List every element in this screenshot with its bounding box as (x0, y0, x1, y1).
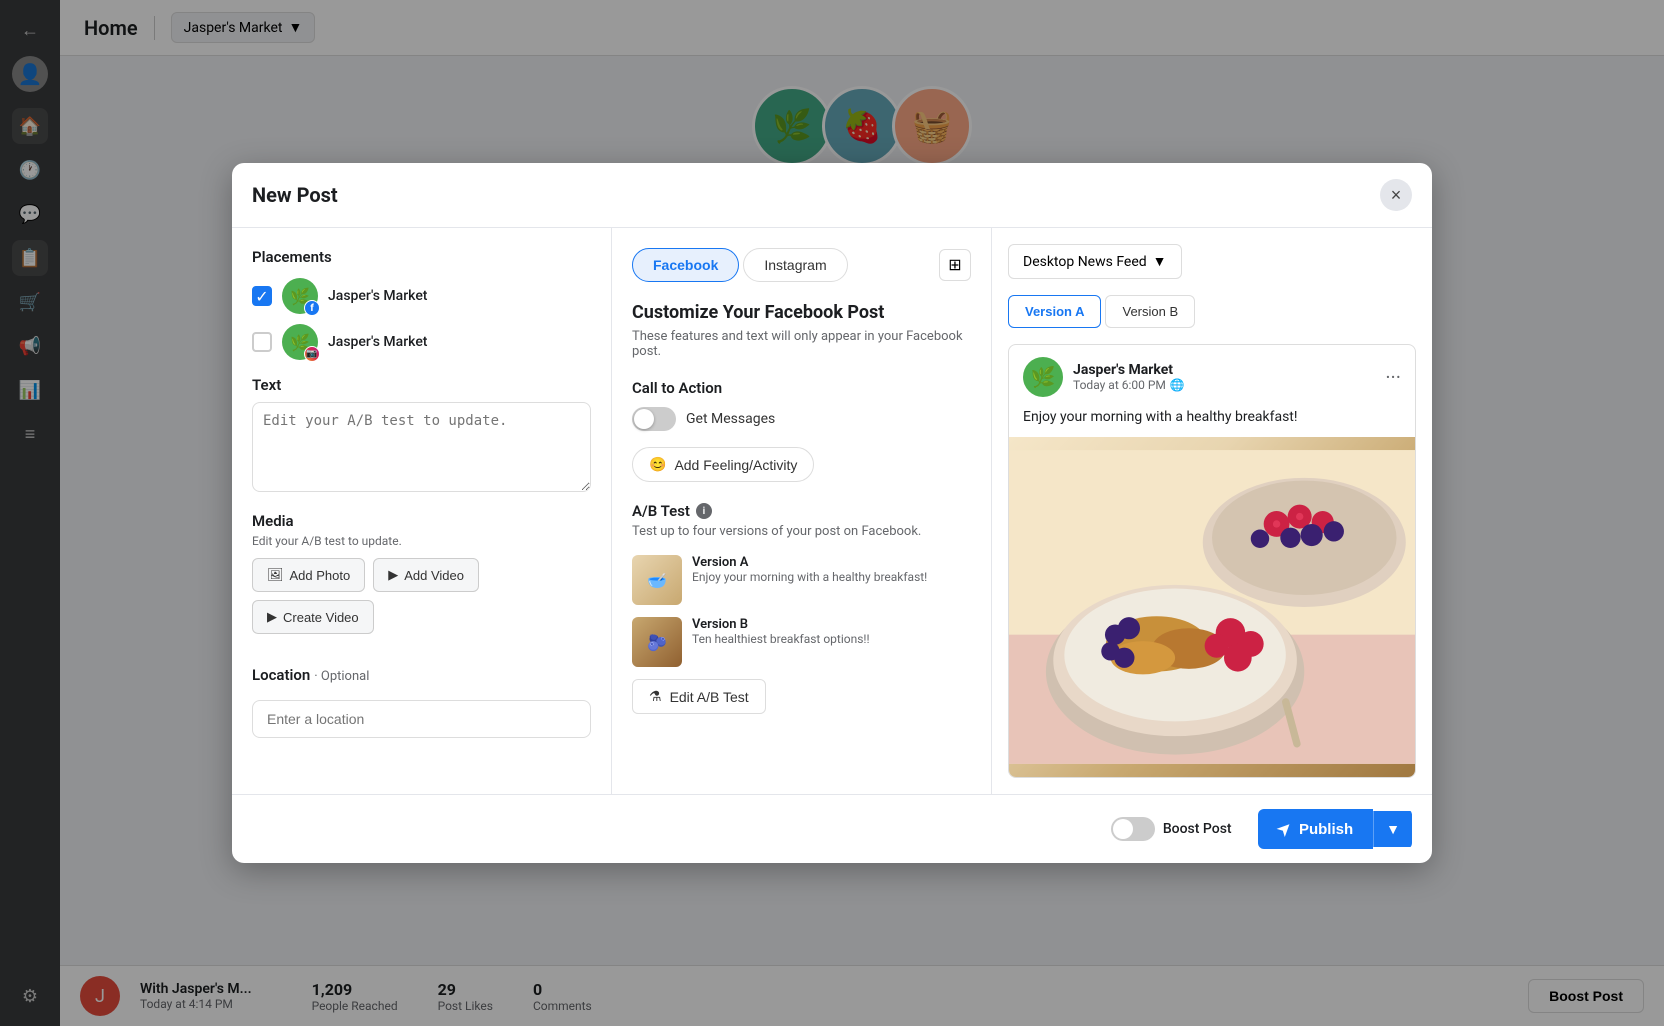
middle-panel: Facebook Instagram ⊞ Customize Your Face… (612, 228, 992, 794)
location-label: Location (252, 666, 310, 684)
placement-fb-checkbox[interactable]: ✓ (252, 286, 272, 306)
boost-post-label: Boost Post (1163, 821, 1232, 837)
publish-send-icon: ➤ (1272, 817, 1296, 841)
post-page-name: Jasper's Market (1073, 362, 1185, 378)
post-preview-card: 🌿 Jasper's Market Today at 6:00 PM 🌐 ··· (1008, 344, 1416, 778)
preview-version-tabs: Version A Version B (1008, 295, 1416, 328)
customize-subtitle: These features and text will only appear… (632, 329, 971, 359)
cta-toggle-label: Get Messages (686, 411, 775, 427)
placement-ig-checkbox[interactable] (252, 332, 272, 352)
ab-test-info-icon: i (696, 503, 712, 519)
edit-ab-test-button[interactable]: ⚗ Edit A/B Test (632, 679, 766, 714)
placement-fb-avatar: 🌿 f (282, 278, 318, 314)
modal-footer: Boost Post ➤ Publish ▼ (232, 794, 1432, 863)
add-video-button[interactable]: ▶ Add Video (373, 558, 479, 592)
version-b-item: 🫐 Version B Ten healthiest breakfast opt… (632, 617, 971, 667)
location-optional-label: · Optional (314, 669, 369, 684)
post-preview-image (1009, 437, 1415, 777)
text-label: Text (252, 376, 591, 394)
preview-device-arrow-icon: ▼ (1153, 253, 1167, 270)
modal-body: Placements ✓ 🌿 f Jasper's Market 🌿 📷 (232, 228, 1432, 794)
post-more-options-button[interactable]: ··· (1385, 365, 1401, 389)
preview-toggle-icon: ⊞ (948, 255, 961, 275)
boost-toggle-group: Boost Post (1111, 817, 1232, 841)
post-preview-text: Enjoy your morning with a healthy breakf… (1009, 409, 1415, 437)
media-label: Media (252, 512, 591, 530)
placement-fb-name: Jasper's Market (328, 288, 427, 304)
customize-title: Customize Your Facebook Post (632, 302, 971, 323)
post-preview-avatar: 🌿 (1023, 357, 1063, 397)
preview-toggle-button[interactable]: ⊞ (939, 249, 971, 281)
edit-ab-icon: ⚗ (649, 688, 662, 705)
placement-item-instagram: 🌿 📷 Jasper's Market (252, 324, 591, 360)
preview-version-a-tab[interactable]: Version A (1008, 295, 1101, 328)
version-b-label: Version B (692, 617, 971, 632)
version-b-thumbnail: 🫐 (632, 617, 682, 667)
placement-ig-avatar: 🌿 📷 (282, 324, 318, 360)
feeling-icon: 😊 (649, 456, 666, 473)
fb-badge-icon: f (304, 300, 320, 316)
version-a-info: Version A Enjoy your morning with a heal… (692, 555, 971, 584)
cta-label: Call to Action (632, 379, 971, 397)
media-subtitle: Edit your A/B test to update. (252, 534, 591, 548)
media-buttons-group: 🖼 Add Photo ▶ Add Video ▶ Create Video (252, 558, 591, 634)
preview-device-label: Desktop News Feed (1023, 254, 1147, 270)
right-panel: Desktop News Feed ▼ Version A Version B … (992, 228, 1432, 794)
tab-facebook[interactable]: Facebook (632, 248, 739, 282)
version-a-label: Version A (692, 555, 971, 570)
text-input[interactable] (252, 402, 591, 492)
post-time: Today at 6:00 PM 🌐 (1073, 378, 1185, 392)
add-photo-button[interactable]: 🖼 Add Photo (252, 558, 365, 592)
placement-item-facebook: ✓ 🌿 f Jasper's Market (252, 278, 591, 314)
tab-instagram[interactable]: Instagram (743, 248, 847, 282)
preview-topbar: Desktop News Feed ▼ (1008, 244, 1416, 279)
cta-toggle-row: Get Messages (632, 407, 971, 431)
post-meta: Jasper's Market Today at 6:00 PM 🌐 (1073, 362, 1185, 392)
new-post-modal: New Post × Placements ✓ 🌿 f Jasper's Mar… (232, 163, 1432, 863)
modal-header: New Post × (232, 163, 1432, 228)
placement-ig-name: Jasper's Market (328, 334, 427, 350)
create-video-button[interactable]: ▶ Create Video (252, 600, 374, 634)
publish-button[interactable]: ➤ Publish (1258, 809, 1374, 849)
version-a-thumbnail: 🥣 (632, 555, 682, 605)
post-preview-header: 🌿 Jasper's Market Today at 6:00 PM 🌐 ··· (1009, 345, 1415, 409)
modal-title: New Post (252, 183, 338, 207)
add-video-icon: ▶ (388, 567, 398, 583)
add-photo-icon: 🖼 (267, 567, 284, 583)
food-visual (1009, 437, 1415, 777)
platform-tabs: Facebook Instagram (632, 248, 848, 282)
preview-device-dropdown[interactable]: Desktop News Feed ▼ (1008, 244, 1182, 279)
post-avatar-group: 🌿 Jasper's Market Today at 6:00 PM 🌐 (1023, 357, 1185, 397)
modal-overlay: New Post × Placements ✓ 🌿 f Jasper's Mar… (0, 0, 1664, 1026)
toggle-knob (634, 409, 654, 429)
publish-button-group: ➤ Publish ▼ (1258, 809, 1412, 849)
ig-badge-icon: 📷 (304, 346, 320, 362)
ab-test-subtitle: Test up to four versions of your post on… (632, 524, 971, 539)
version-a-text: Enjoy your morning with a healthy breakf… (692, 570, 971, 584)
publish-dropdown-arrow-button[interactable]: ▼ (1373, 811, 1412, 847)
cta-toggle[interactable] (632, 407, 676, 431)
location-input[interactable] (252, 700, 591, 738)
boost-post-toggle[interactable] (1111, 817, 1155, 841)
add-feeling-button[interactable]: 😊 Add Feeling/Activity (632, 447, 814, 482)
version-b-text: Ten healthiest breakfast options!! (692, 632, 971, 646)
version-b-info: Version B Ten healthiest breakfast optio… (692, 617, 971, 646)
preview-version-b-tab[interactable]: Version B (1105, 295, 1195, 328)
version-a-item: 🥣 Version A Enjoy your morning with a he… (632, 555, 971, 605)
globe-icon: 🌐 (1170, 378, 1185, 392)
boost-toggle-knob (1113, 819, 1133, 839)
tab-bar: Facebook Instagram ⊞ (632, 248, 971, 282)
ab-test-title: A/B Test i (632, 502, 971, 520)
modal-close-button[interactable]: × (1380, 179, 1412, 211)
food-svg (1009, 437, 1415, 777)
placements-label: Placements (252, 248, 591, 266)
create-video-icon: ▶ (267, 609, 277, 625)
left-panel: Placements ✓ 🌿 f Jasper's Market 🌿 📷 (232, 228, 612, 794)
